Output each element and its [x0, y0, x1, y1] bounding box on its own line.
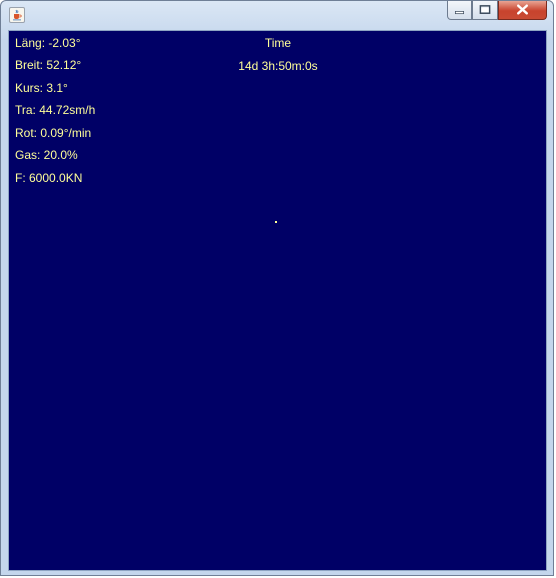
maximize-button[interactable] — [472, 1, 498, 20]
course-readout: Kurs: 3.1° — [15, 81, 68, 95]
java-cup-icon[interactable] — [9, 7, 25, 23]
minimize-button[interactable] — [447, 1, 472, 20]
ship-position-marker — [275, 221, 277, 223]
longitude-readout: Läng: -2.03° — [15, 36, 81, 50]
close-icon — [517, 4, 528, 15]
title-bar[interactable] — [1, 1, 553, 30]
time-label: Time — [264, 36, 292, 50]
simulation-canvas[interactable]: Läng: -2.03° Breit: 52.12° Kurs: 3.1° Tr… — [8, 30, 547, 571]
throttle-readout: Gas: 20.0% — [15, 148, 78, 162]
rate-of-turn-readout: Rot: 0.09°/min — [15, 126, 92, 140]
force-readout: F: 6000.0KN — [15, 171, 83, 185]
time-value: 14d 3h:50m:0s — [238, 59, 318, 73]
speed-readout: Tra: 44.72sm/h — [15, 103, 96, 117]
close-button[interactable] — [498, 1, 547, 20]
latitude-readout: Breit: 52.12° — [15, 58, 82, 72]
minimize-icon — [454, 11, 465, 15]
maximize-icon — [479, 5, 491, 14]
app-window: Läng: -2.03° Breit: 52.12° Kurs: 3.1° Tr… — [0, 0, 554, 576]
